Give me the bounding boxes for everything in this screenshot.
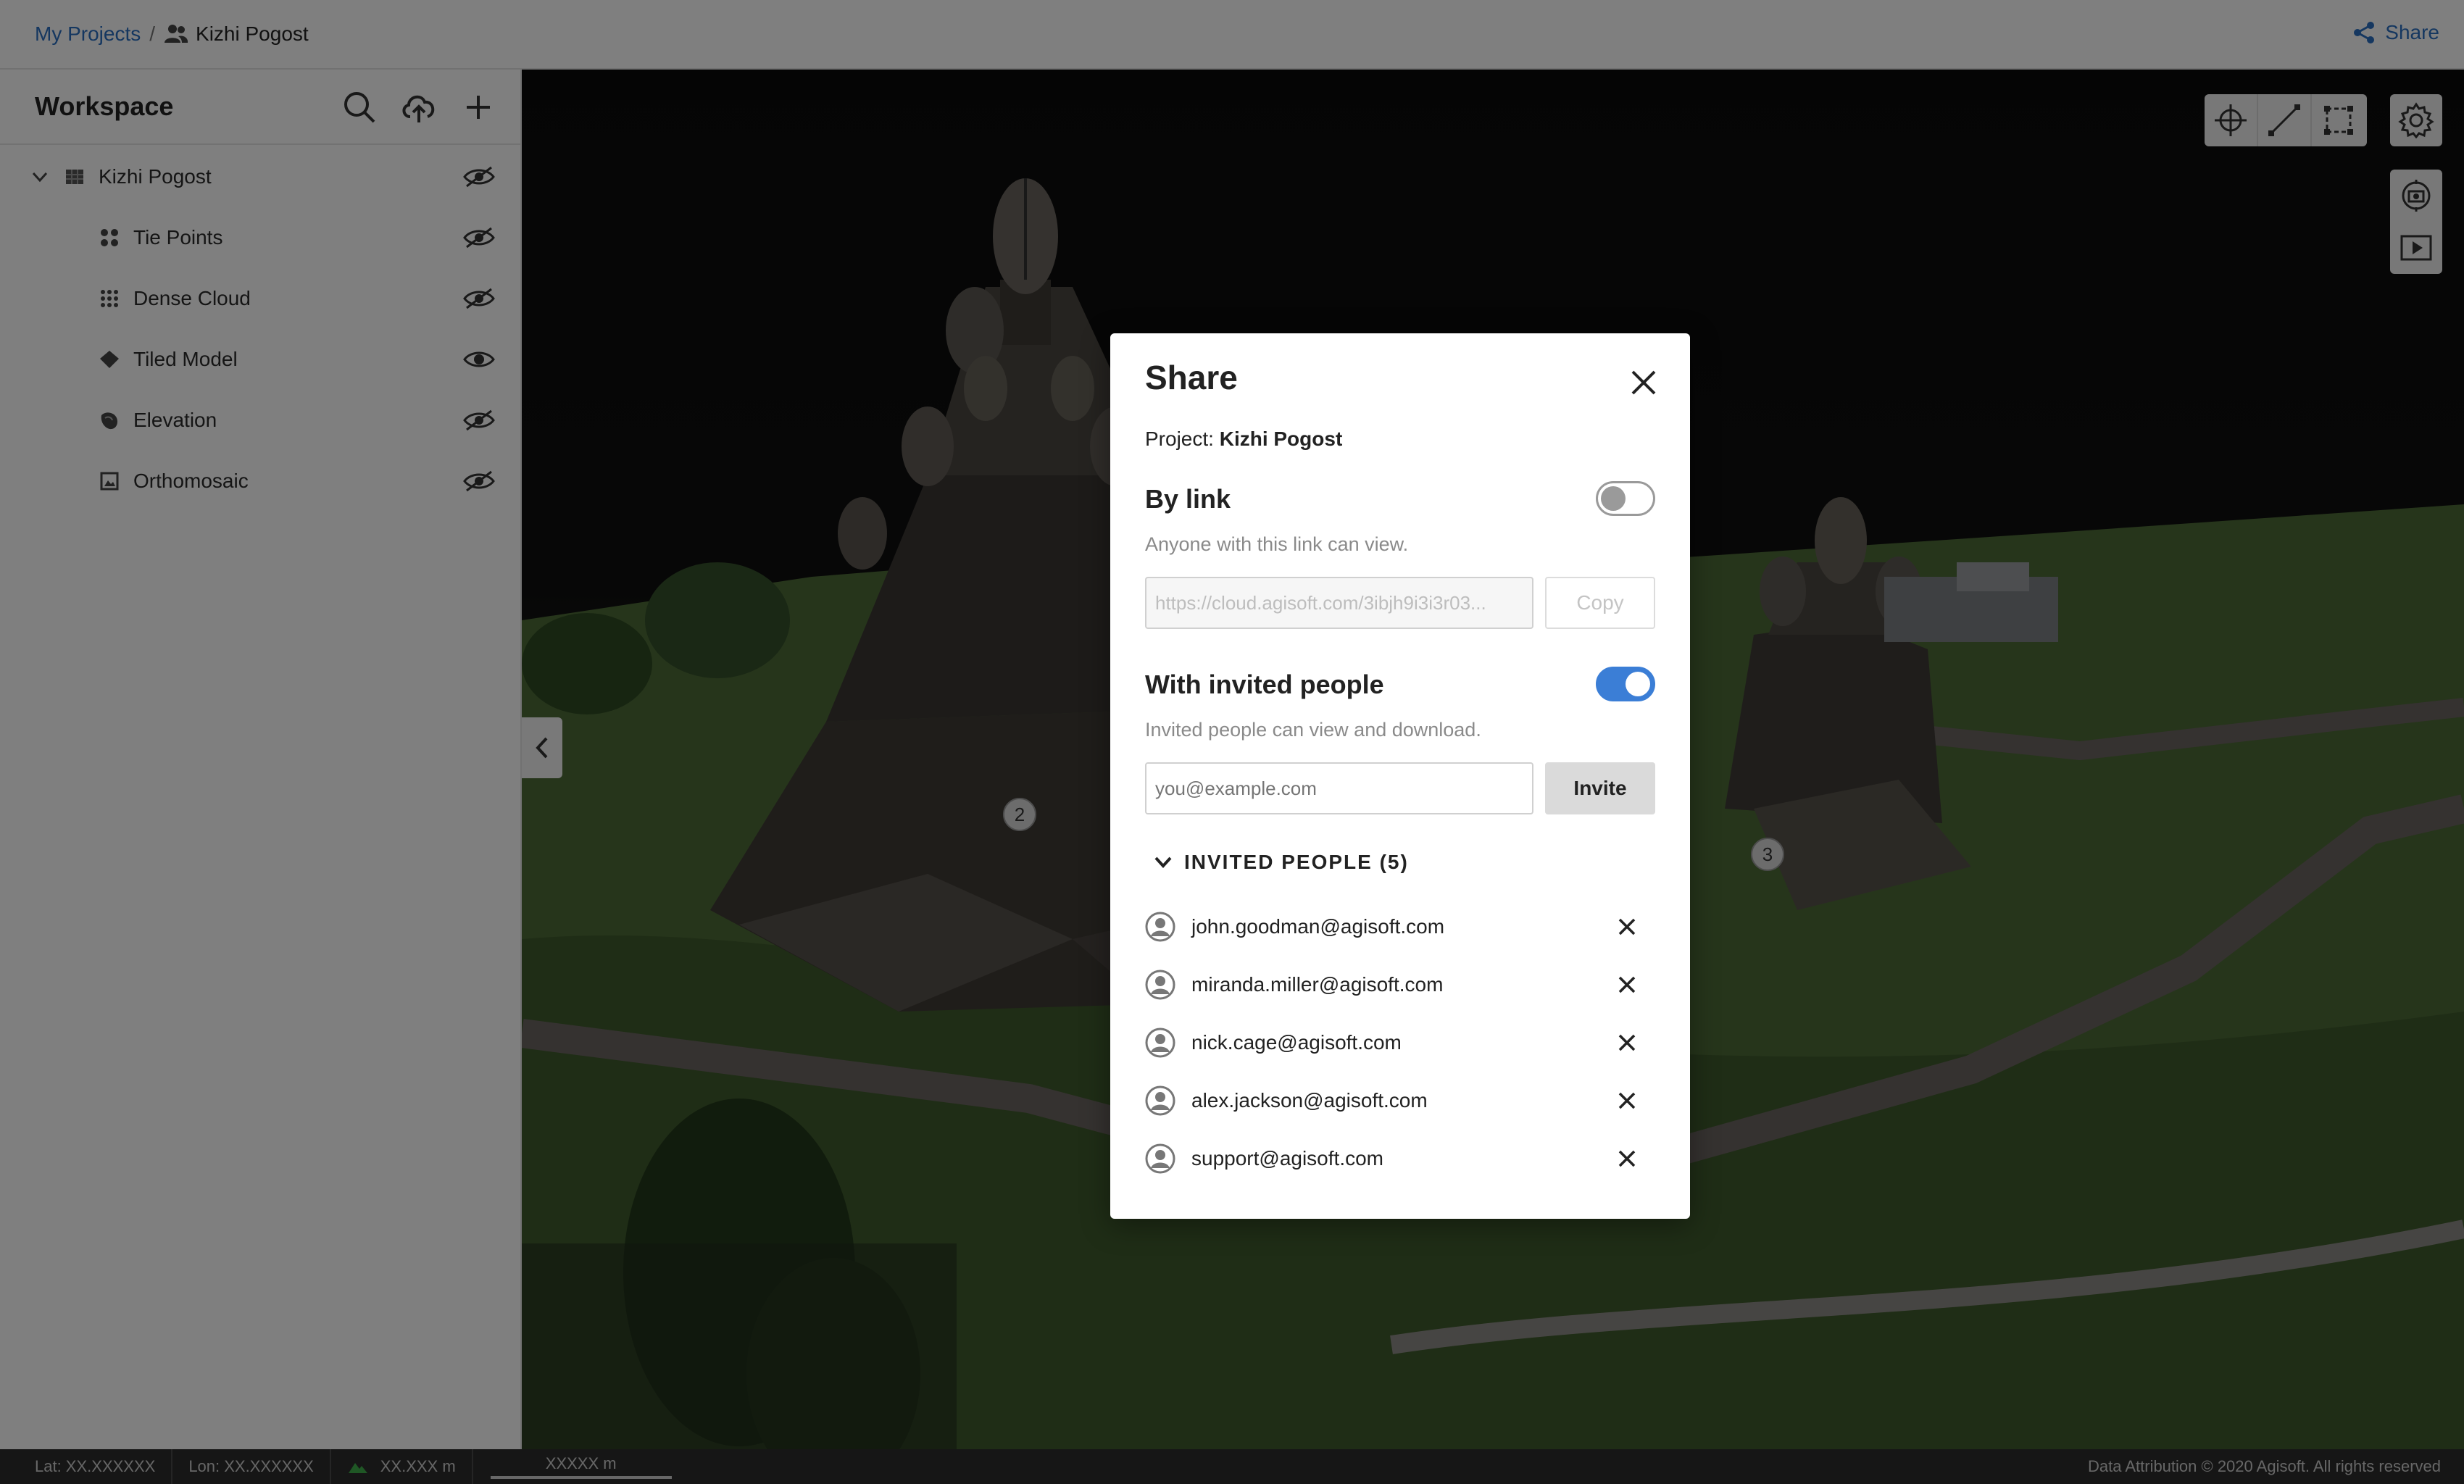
remove-person-button[interactable]: [1615, 972, 1639, 997]
dialog-title: Share: [1145, 359, 1238, 396]
invited-person-email: miranda.miller@agisoft.com: [1191, 973, 1444, 996]
remove-person-button[interactable]: [1615, 1146, 1639, 1171]
invited-person-email: support@agisoft.com: [1191, 1147, 1383, 1170]
project-name: Kizhi Pogost: [1219, 428, 1343, 450]
invited-people-description: Invited people can view and download.: [1145, 719, 1481, 741]
remove-person-button[interactable]: [1615, 1030, 1639, 1055]
invited-person-email: alex.jackson@agisoft.com: [1191, 1089, 1428, 1112]
invite-button[interactable]: Invite: [1545, 762, 1655, 814]
project-prefix: Project:: [1145, 428, 1214, 450]
remove-person-button[interactable]: [1615, 914, 1639, 939]
invited-person-row: miranda.miller@agisoft.com: [1145, 956, 1655, 1014]
by-link-title: By link: [1145, 484, 1231, 514]
user-avatar-icon: [1145, 1143, 1175, 1174]
user-avatar-icon: [1145, 1085, 1175, 1116]
invited-person-email: nick.cage@agisoft.com: [1191, 1031, 1402, 1054]
project-line: Project: Kizhi Pogost: [1145, 428, 1342, 451]
invited-person-row: nick.cage@agisoft.com: [1145, 1014, 1655, 1072]
close-icon: [1618, 1034, 1636, 1051]
toggle-knob: [1601, 486, 1626, 511]
close-icon: [1618, 1092, 1636, 1109]
user-avatar-icon: [1145, 912, 1175, 942]
close-icon: [1618, 1150, 1636, 1167]
invited-people-toggle-header[interactable]: INVITED PEOPLE (5): [1152, 851, 1409, 874]
chevron-down-icon: [1154, 856, 1172, 868]
share-dialog: Share Project: Kizhi Pogost By link Anyo…: [1110, 333, 1690, 1219]
invited-people-toggle[interactable]: [1596, 667, 1655, 701]
close-icon: [1618, 918, 1636, 935]
invited-person-row: alex.jackson@agisoft.com: [1145, 1072, 1655, 1130]
close-icon: [1618, 976, 1636, 993]
invited-person-email: john.goodman@agisoft.com: [1191, 915, 1445, 938]
invite-email-input[interactable]: [1145, 762, 1533, 814]
copy-link-button[interactable]: Copy: [1545, 577, 1655, 629]
share-link-field[interactable]: https://cloud.agisoft.com/3ibjh9i3i3r03.…: [1145, 577, 1533, 629]
invited-people-title: With invited people: [1145, 670, 1384, 699]
close-icon[interactable]: [1626, 365, 1661, 400]
by-link-description: Anyone with this link can view.: [1145, 533, 1409, 555]
user-avatar-icon: [1145, 970, 1175, 1000]
user-avatar-icon: [1145, 1027, 1175, 1058]
invited-person-row: john.goodman@agisoft.com: [1145, 898, 1655, 956]
invited-people-count: INVITED PEOPLE (5): [1184, 851, 1409, 873]
invited-person-row: support@agisoft.com: [1145, 1130, 1655, 1188]
by-link-toggle[interactable]: [1596, 481, 1655, 516]
remove-person-button[interactable]: [1615, 1088, 1639, 1113]
toggle-knob: [1626, 672, 1650, 696]
